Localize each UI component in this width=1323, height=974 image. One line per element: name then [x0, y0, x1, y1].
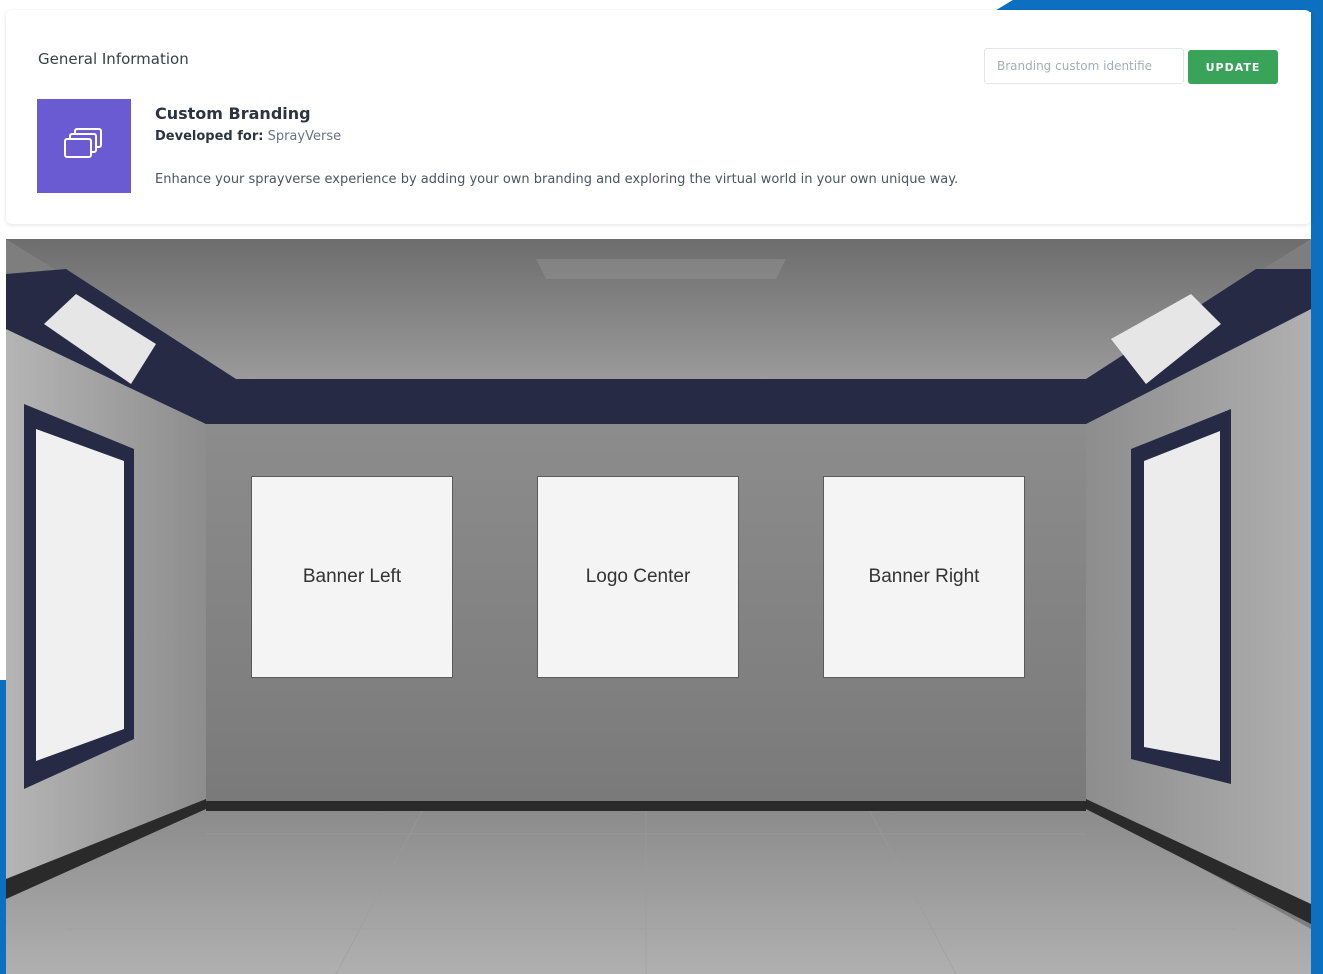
developed-for-label: Developed for: [155, 129, 264, 144]
room-preview[interactable]: Banner Left Logo Center Banner Right [6, 239, 1311, 974]
banner-left-slot[interactable]: Banner Left [251, 476, 453, 678]
banner-right-slot[interactable]: Banner Right [823, 476, 1025, 678]
ceiling-beam-back [206, 379, 1086, 424]
brand-tile [37, 99, 131, 193]
right-window-glass [1144, 431, 1220, 761]
developed-for-value: SprayVerse [267, 129, 342, 144]
developed-for-line: Developed for: SprayVerse [155, 129, 341, 144]
logo-center-slot[interactable]: Logo Center [537, 476, 739, 678]
accent-strip-right [1311, 0, 1323, 974]
update-button[interactable]: UPDATE [1188, 50, 1278, 84]
ceiling-light-strip [536, 259, 786, 279]
card-description: Enhance your sprayverse experience by ad… [155, 172, 959, 187]
general-information-card: General Information Custom Branding Deve… [6, 10, 1311, 224]
layers-icon [63, 126, 105, 166]
back-baseboard [206, 801, 1086, 811]
card-title: Custom Branding [155, 104, 311, 123]
section-title: General Information [38, 50, 189, 68]
branding-identifier-input[interactable] [984, 48, 1184, 84]
floor [6, 804, 1311, 974]
left-window-glass [36, 429, 124, 761]
